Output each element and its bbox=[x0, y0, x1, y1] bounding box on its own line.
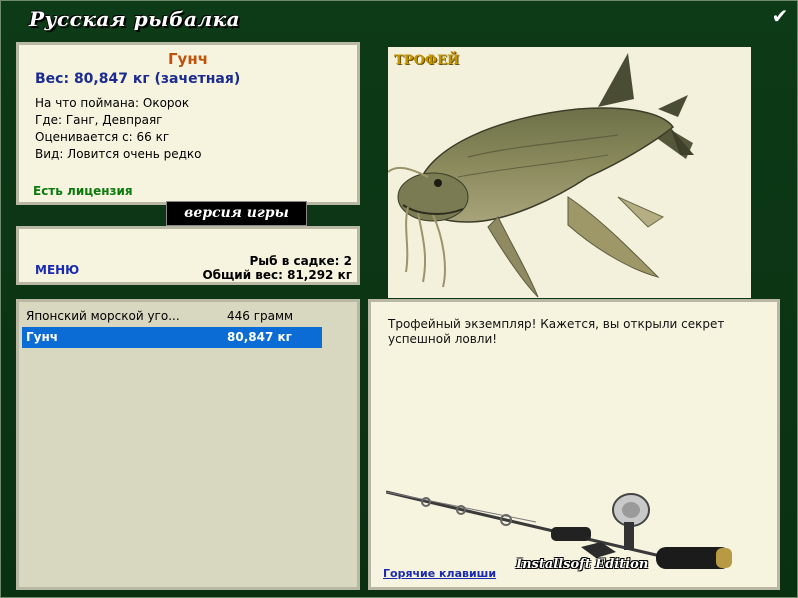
keepnet-stats-panel: МЕНЮ Рыб в садке: 2 Общий вес: 81,292 кг bbox=[16, 226, 360, 285]
checkmark-icon[interactable]: ✔ bbox=[769, 5, 791, 27]
catch-weight: 446 грамм bbox=[227, 309, 294, 323]
trophy-tag: ТРОФЕЙ bbox=[394, 53, 460, 68]
catch-name: Гунч bbox=[26, 330, 58, 344]
catch-weight: 80,847 кг bbox=[227, 330, 292, 344]
fish-name: Гунч bbox=[168, 50, 208, 68]
catch-list: Японский морской уго... 446 грамм Гунч 8… bbox=[16, 299, 360, 590]
list-item-selected[interactable]: Гунч 80,847 кг bbox=[22, 327, 322, 348]
fish-type: Вид: Ловится очень редко bbox=[35, 147, 202, 161]
app-title: Русская рыбалка bbox=[29, 7, 241, 31]
list-item[interactable]: Японский морской уго... 446 грамм bbox=[22, 306, 322, 327]
fish-count: Рыб в садке: 2 bbox=[249, 254, 353, 268]
menu-button[interactable]: МЕНЮ bbox=[35, 263, 79, 277]
hotkeys-link[interactable]: Горячие клавиши bbox=[383, 567, 496, 580]
game-window: Русская рыбалка ✔ Гунч Вес: 80,847 кг (з… bbox=[0, 0, 798, 598]
edition-badge: Installsoft Edition bbox=[516, 557, 649, 572]
fish-info-panel: Гунч Вес: 80,847 кг (зачетная) На что по… bbox=[16, 42, 360, 205]
valued-from: Оценивается с: 66 кг bbox=[35, 130, 170, 144]
catch-name: Японский морской уго... bbox=[26, 309, 180, 323]
keepnet-summary: Рыб в садке: 2 Общий вес: 81,292 кг bbox=[202, 254, 352, 282]
version-badge: версия игры 3.7.6 bbox=[166, 201, 307, 244]
fish-image: ТРОФЕЙ bbox=[387, 47, 751, 298]
total-weight: Общий вес: 81,292 кг bbox=[202, 268, 352, 282]
caught-on: На что поймана: Окорок bbox=[35, 96, 190, 110]
fish-weight: Вес: 80,847 кг (зачетная) bbox=[35, 71, 241, 87]
license-status: Есть лицензия bbox=[33, 184, 133, 198]
catfish-illustration bbox=[387, 53, 694, 298]
message-panel: Трофейный экземпляр! Кажется, вы открыли… bbox=[368, 299, 780, 590]
message-text: Трофейный экземпляр! Кажется, вы открыли… bbox=[388, 317, 725, 346]
location: Где: Ганг, Девпраяг bbox=[35, 113, 163, 127]
